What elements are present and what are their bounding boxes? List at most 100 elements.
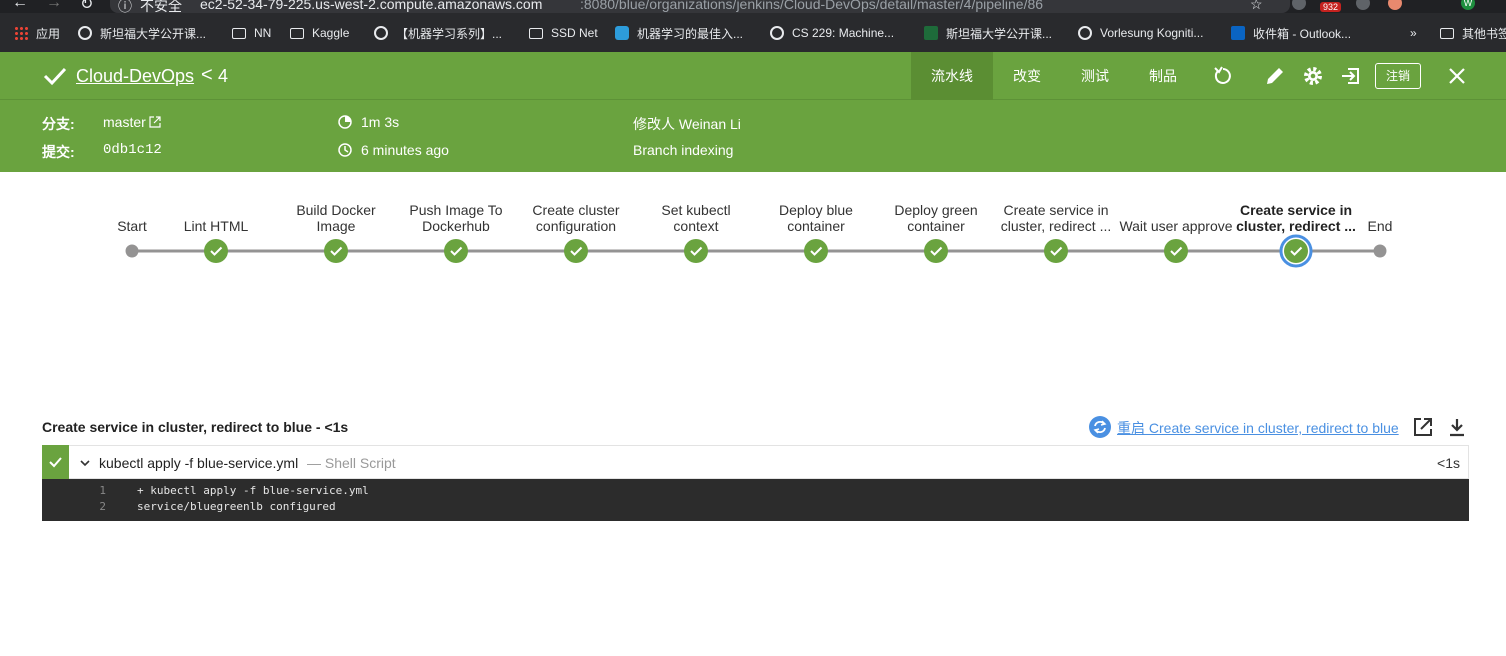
stage-label-line: container <box>907 218 965 234</box>
bookmark-item[interactable]: 机器学习的最佳入... <box>615 24 743 42</box>
tab-changes[interactable]: 改变 <box>996 52 1058 100</box>
stage-detail-title: Create service in cluster, redirect to b… <box>42 419 349 435</box>
globe-icon <box>770 26 784 40</box>
stage-node-11[interactable] <box>1279 234 1313 268</box>
bookmark-item[interactable]: NN <box>232 24 271 42</box>
restart-stage-link[interactable]: 重启 Create service in cluster, redirect t… <box>1117 418 1399 438</box>
stage-label-line: Set kubectl <box>661 202 731 218</box>
extension-badge: 932 <box>1320 2 1342 12</box>
extension-icon[interactable] <box>1356 0 1370 10</box>
forward-icon[interactable]: → <box>46 0 62 12</box>
globe-icon <box>1078 26 1092 40</box>
close-icon[interactable] <box>1446 65 1468 87</box>
open-in-new-icon[interactable] <box>1412 416 1434 438</box>
folder-icon <box>232 27 246 39</box>
stage-label[interactable]: Deploy blue container <box>751 202 881 234</box>
bookmark-item[interactable]: 斯坦福大学公开课... <box>78 24 206 42</box>
stage-node-10[interactable] <box>1164 239 1188 263</box>
stage-label[interactable]: Push Image To Dockerhub <box>391 202 521 234</box>
browser-address-bar: ← → ↻ ⓘ 不安全 ec2-52-34-79-225.us-west-2.c… <box>0 0 1506 13</box>
clock-icon <box>338 143 352 157</box>
pipeline-name-link[interactable]: Cloud-DevOps <box>76 66 194 87</box>
stage-label[interactable]: Wait user approve <box>1111 218 1241 234</box>
exit-to-classic-icon[interactable] <box>1340 65 1362 87</box>
success-node-circle <box>684 239 708 263</box>
success-node-circle <box>564 239 588 263</box>
bookmark-item[interactable]: 收件箱 - Outlook... <box>1231 24 1351 42</box>
stage-node-1 <box>125 244 139 258</box>
commit-hash[interactable]: 0db1c12 <box>103 142 162 158</box>
stage-node-12 <box>1373 244 1387 258</box>
stage-label[interactable]: Lint HTML <box>151 218 281 234</box>
stage-label[interactable]: End <box>1315 218 1445 234</box>
stage-label-line: Dockerhub <box>422 218 490 234</box>
restart-stage-icon[interactable] <box>1088 415 1112 439</box>
bookmark-item[interactable]: SSD Net <box>529 24 598 42</box>
rerun-icon[interactable] <box>1212 65 1234 87</box>
stage-label[interactable]: Deploy green container <box>871 202 1001 234</box>
stage-label[interactable]: Set kubectl context <box>631 202 761 234</box>
download-icon[interactable] <box>1446 416 1468 438</box>
url-field[interactable]: ⓘ 不安全 ec2-52-34-79-225.us-west-2.compute… <box>110 0 1290 13</box>
branch-value: master <box>103 114 146 130</box>
logout-button[interactable]: 注销 <box>1375 63 1421 89</box>
stage-label-line: cluster, redirect ... <box>1000 218 1112 234</box>
stage-label[interactable]: Create service in cluster, redirect ... <box>991 202 1121 234</box>
chevron-down-icon[interactable] <box>79 458 91 468</box>
avatar[interactable]: W <box>1461 0 1475 10</box>
stage-node-7[interactable] <box>804 239 828 263</box>
play-icon <box>924 26 938 40</box>
run-duration: 1m 3s <box>361 114 400 130</box>
bookmark-item[interactable]: 其他书签 <box>1440 24 1506 42</box>
stage-label-line: context <box>673 218 719 234</box>
stage-node-9[interactable] <box>1044 239 1068 263</box>
back-icon[interactable]: ← <box>12 0 28 12</box>
bookmark-item[interactable]: Kaggle <box>290 24 349 42</box>
gear-icon[interactable] <box>1302 65 1324 87</box>
bookmark-item[interactable]: 【机器学习系列】... <box>374 24 502 42</box>
success-node-circle <box>444 239 468 263</box>
bookmark-overflow[interactable]: » <box>1410 24 1417 42</box>
tab-tests[interactable]: 测试 <box>1064 52 1126 100</box>
stage-node-2[interactable] <box>204 239 228 263</box>
stage-label[interactable]: Build Docker Image <box>271 202 401 234</box>
log-line-number: 2 <box>99 500 106 513</box>
step-row[interactable]: kubectl apply -f blue-service.yml — Shel… <box>42 445 1469 479</box>
run-time-ago: 6 minutes ago <box>361 142 449 158</box>
run-separator: < <box>201 64 213 86</box>
log-line-text: + kubectl apply -f blue-service.yml <box>137 484 369 497</box>
stage-label-line: Wait user approve <box>1119 218 1233 234</box>
url-host: ec2-52-34-79-225.us-west-2.compute.amazo… <box>200 0 543 12</box>
log-line-number: 1 <box>99 484 106 497</box>
external-link-icon[interactable] <box>149 116 161 128</box>
stage-node-4[interactable] <box>444 239 468 263</box>
success-node-circle <box>204 239 228 263</box>
edit-pencil-icon[interactable] <box>1264 65 1286 87</box>
bookmark-item[interactable]: Vorlesung Kogniti... <box>1078 24 1203 42</box>
stage-label[interactable]: Create cluster configuration <box>511 202 641 234</box>
reading-list-icon[interactable] <box>1430 0 1444 10</box>
folder-icon <box>290 27 304 39</box>
stage-label-line: Lint HTML <box>183 218 249 234</box>
run-header: Cloud-DevOps < 4 流水线 改变 测试 制品 注销 分支: mas… <box>0 52 1506 172</box>
bookmark-star-icon[interactable]: ☆ <box>1250 0 1263 13</box>
tab-pipeline[interactable]: 流水线 <box>911 52 993 100</box>
pipeline-graph: Start Lint HTML Build Docker Image Push Imag… <box>0 172 1506 292</box>
extension-icon[interactable] <box>1388 0 1402 10</box>
run-topbar: Cloud-DevOps < 4 流水线 改变 测试 制品 注销 <box>0 52 1506 100</box>
stage-node-6[interactable] <box>684 239 708 263</box>
bookmark-item[interactable]: 斯坦福大学公开课... <box>924 24 1052 42</box>
stage-label-line: Create service in <box>1003 202 1109 218</box>
stage-node-8[interactable] <box>924 239 948 263</box>
globe-icon <box>78 26 92 40</box>
bookmark-item[interactable]: 应用 <box>14 24 60 42</box>
folder-icon <box>529 27 543 39</box>
bookmark-item[interactable]: CS 229: Machine... <box>770 24 894 42</box>
log-line-text: service/bluegreenlb configured <box>137 500 336 513</box>
stage-node-5[interactable] <box>564 239 588 263</box>
reload-icon[interactable]: ↻ <box>80 0 93 13</box>
tab-artifacts[interactable]: 制品 <box>1132 52 1194 100</box>
stage-label-line: container <box>787 218 845 234</box>
stage-node-3[interactable] <box>324 239 348 263</box>
extension-icon[interactable] <box>1292 0 1306 10</box>
